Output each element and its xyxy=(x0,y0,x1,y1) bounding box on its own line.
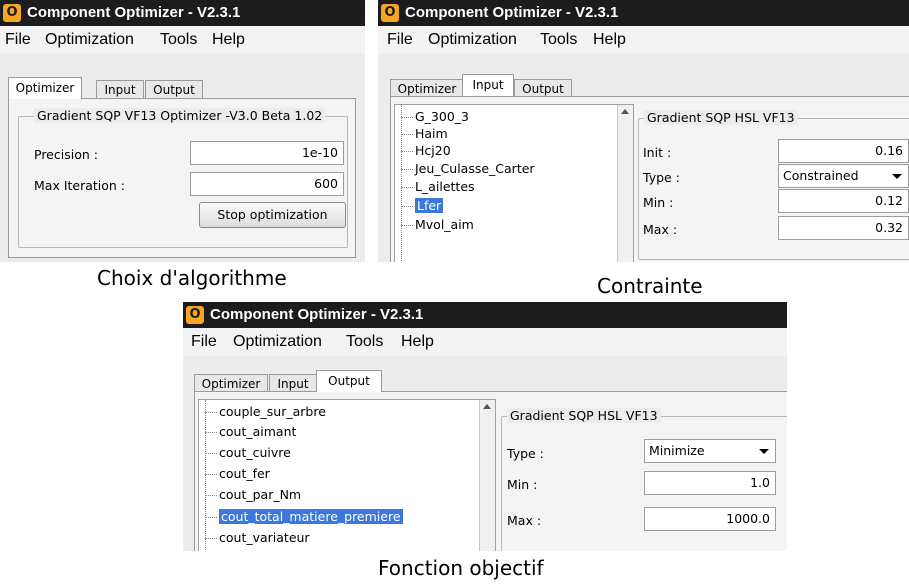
title-bar: O Component Optimizer - V2.3.1 xyxy=(378,0,909,26)
menu-file[interactable]: File xyxy=(191,328,217,356)
tree-item[interactable]: Jeu_Culasse_Carter xyxy=(401,161,535,177)
caption-constraint: Contrainte xyxy=(597,274,703,298)
input-variable-tree[interactable]: G_300_3 Haim Hcj20 Jeu_Culasse_Carter L_… xyxy=(394,104,634,262)
tree-item[interactable]: Hcj20 xyxy=(401,143,451,159)
app-icon: O xyxy=(186,306,204,324)
max-field[interactable]: 0.32 xyxy=(778,216,909,240)
tree-item-selected[interactable]: cout_total_matiere_premiere xyxy=(205,509,403,525)
tree-item[interactable]: Haim xyxy=(401,126,448,142)
output-window: O Component Optimizer - V2.3.1 File Opti… xyxy=(183,302,787,551)
type-label: Type : xyxy=(507,446,544,461)
min-label: Min : xyxy=(507,477,538,492)
tab-output[interactable]: Output xyxy=(145,80,203,99)
menu-bar: File Optimization Tools Help xyxy=(378,26,909,54)
scroll-up-icon[interactable] xyxy=(483,404,491,409)
tree-item[interactable]: cout_cuivre xyxy=(205,445,291,461)
input-window: O Component Optimizer - V2.3.1 File Opti… xyxy=(378,0,909,262)
menu-file[interactable]: File xyxy=(387,26,413,54)
init-label: Init : xyxy=(643,145,672,160)
window-title: Component Optimizer - V2.3.1 xyxy=(27,4,241,21)
window-title: Component Optimizer - V2.3.1 xyxy=(210,306,424,323)
menu-optimization[interactable]: Optimization xyxy=(45,26,134,54)
menu-optimization[interactable]: Optimization xyxy=(233,328,322,356)
type-select-value: Constrained xyxy=(783,168,859,183)
tree-scrollbar[interactable] xyxy=(617,105,633,262)
tree-item-selected[interactable]: Lfer xyxy=(401,198,444,214)
tab-input[interactable]: Input xyxy=(462,74,514,96)
menu-tools[interactable]: Tools xyxy=(346,328,383,356)
tree-item[interactable]: cout_variateur xyxy=(205,530,310,546)
tree-item[interactable]: G_300_3 xyxy=(401,109,469,125)
menu-file[interactable]: File xyxy=(5,26,31,54)
tree-item[interactable]: cout_par_Nm xyxy=(205,487,301,503)
type-select-value: Minimize xyxy=(649,443,705,458)
min-field[interactable]: 0.12 xyxy=(778,189,909,213)
tab-optimizer[interactable]: Optimizer xyxy=(8,77,82,99)
scroll-up-icon[interactable] xyxy=(621,109,629,114)
type-select[interactable]: Minimize xyxy=(644,439,776,463)
min-field[interactable]: 1.0 xyxy=(644,471,776,495)
menu-help[interactable]: Help xyxy=(593,26,626,54)
menu-tools[interactable]: Tools xyxy=(160,26,197,54)
tree-item[interactable]: cout_fer xyxy=(205,466,270,482)
menu-bar: File Optimization Tools Help xyxy=(0,26,365,54)
app-icon: O xyxy=(3,4,21,22)
type-select[interactable]: Constrained xyxy=(778,164,909,188)
output-variable-tree[interactable]: couple_sur_arbre cout_aimant cout_cuivre… xyxy=(198,399,496,551)
max-iteration-field[interactable]: 600 xyxy=(190,172,344,196)
title-bar: O Component Optimizer - V2.3.1 xyxy=(183,302,787,328)
precision-label: Precision : xyxy=(34,147,98,162)
tree-scrollbar[interactable] xyxy=(479,400,495,551)
max-label: Max : xyxy=(507,513,542,528)
tree-item[interactable]: cout_aimant xyxy=(205,424,296,440)
title-bar: O Component Optimizer - V2.3.1 xyxy=(0,0,365,26)
max-iteration-label: Max Iteration : xyxy=(34,178,126,193)
optimizer-window: O Component Optimizer - V2.3.1 File Opti… xyxy=(0,0,365,262)
caption-objective: Fonction objectif xyxy=(378,556,544,580)
input-group-title: Gradient SQP HSL VF13 xyxy=(644,110,798,125)
menu-tools[interactable]: Tools xyxy=(540,26,577,54)
optimizer-group-title: Gradient SQP VF13 Optimizer -V3.0 Beta 1… xyxy=(34,108,326,123)
tree-item[interactable]: couple_sur_arbre xyxy=(205,404,326,420)
menu-optimization[interactable]: Optimization xyxy=(428,26,517,54)
tab-output[interactable]: Output xyxy=(316,370,382,392)
type-label: Type : xyxy=(643,170,680,185)
output-group-title: Gradient SQP HSL VF13 xyxy=(507,408,661,423)
menu-help[interactable]: Help xyxy=(212,26,245,54)
min-label: Min : xyxy=(643,195,674,210)
caption-algorithm: Choix d'algorithme xyxy=(97,266,287,290)
max-field[interactable]: 1000.0 xyxy=(644,507,776,531)
menu-bar: File Optimization Tools Help xyxy=(183,328,787,356)
menu-help[interactable]: Help xyxy=(401,328,434,356)
init-field[interactable]: 0.16 xyxy=(778,139,909,163)
max-label: Max : xyxy=(643,222,678,237)
chevron-down-icon[interactable] xyxy=(892,174,902,179)
window-title: Component Optimizer - V2.3.1 xyxy=(405,4,619,21)
chevron-down-icon[interactable] xyxy=(759,449,769,454)
tree-item[interactable]: Mvol_aim xyxy=(401,217,474,233)
app-icon: O xyxy=(381,4,399,22)
stop-optimization-button[interactable]: Stop optimization xyxy=(199,202,346,228)
precision-field[interactable]: 1e-10 xyxy=(190,141,344,165)
tab-input[interactable]: Input xyxy=(96,80,144,99)
tree-item[interactable]: L_ailettes xyxy=(401,179,475,195)
